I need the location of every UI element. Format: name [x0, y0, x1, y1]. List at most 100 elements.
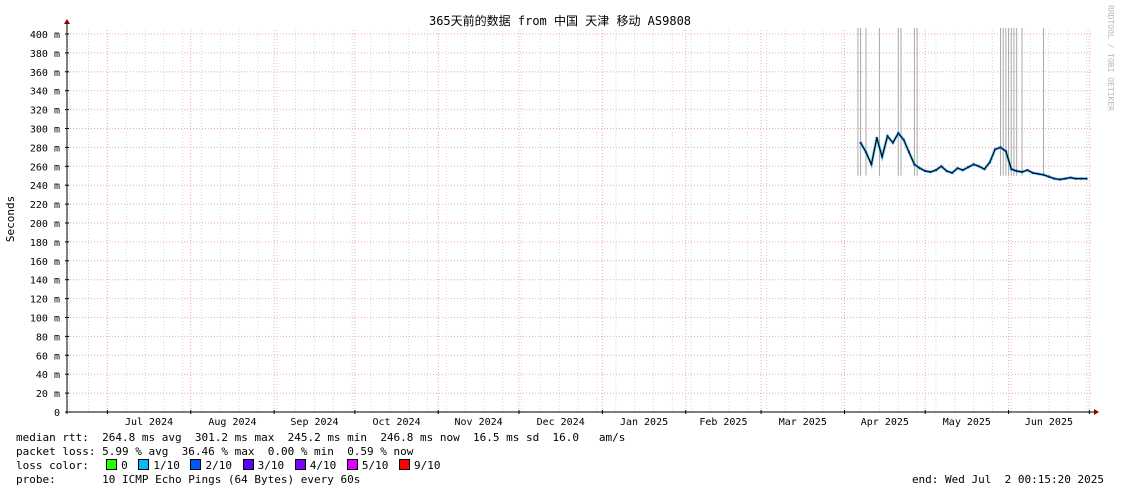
- loss-color-swatch: [190, 459, 202, 470]
- end-timestamp: end: Wed Jul 2 00:15:20 2025: [911, 473, 1104, 486]
- y-tick-label: 40 m: [36, 370, 60, 381]
- rtt-point: [999, 146, 1002, 149]
- median-rtt-am: 16.0: [552, 431, 580, 444]
- rtt-point: [972, 163, 975, 166]
- y-tick-label: 100 m: [30, 314, 60, 325]
- tick-labels: 0 20 m 40 m 60 m 80 m 100 m 120 m 140 m 160 m 180…: [30, 30, 1073, 428]
- rtt-point: [1004, 150, 1008, 153]
- rtt-point: [886, 135, 889, 138]
- rtt-point: [929, 170, 932, 174]
- median-rtt-avg: 264.8 ms avg: [102, 431, 182, 444]
- probe-value: 10 ICMP Echo Pings (64 Bytes) every 60s: [102, 473, 361, 486]
- packet-loss-label: packet loss:: [16, 445, 96, 458]
- legend-probe: probe: 10 ICMP Echo Pings (64 Bytes) eve…: [16, 473, 360, 486]
- rtt-point: [1020, 170, 1024, 174]
- y-tick-label: 140 m: [30, 276, 60, 287]
- loss-color-label: loss color:: [16, 459, 89, 472]
- x-tick-label: Sep 2024: [290, 417, 338, 428]
- y-tick-label: 200 m: [30, 219, 60, 230]
- y-tick-label: 160 m: [30, 257, 60, 268]
- y-tick-label: 220 m: [30, 200, 60, 211]
- median-rtt-min: 245.2 ms min: [287, 431, 368, 444]
- loss-color-item-label: 4/10: [309, 459, 337, 472]
- loss-color-swatch: [138, 459, 150, 470]
- packet-loss-max: 36.46 % max: [181, 445, 255, 458]
- loss-color-items: 0 1/10 2/10 3/10 4/10 5/10 9/10: [102, 459, 447, 472]
- chart-title: 365天前的数据 from 中国 天津 移动 AS9808: [429, 13, 691, 28]
- median-rtt-max: 301.2 ms max: [194, 431, 275, 444]
- rtt-point: [924, 169, 927, 173]
- rtt-point: [902, 138, 905, 141]
- rtt-point: [913, 163, 916, 166]
- rtt-point: [1026, 169, 1029, 172]
- rtt-point: [988, 161, 991, 164]
- rtt-point: [956, 167, 959, 170]
- rtt-point: [891, 141, 895, 144]
- x-tick-label: Feb 2025: [699, 417, 747, 428]
- y-tick-label: 300 m: [30, 125, 60, 136]
- x-tick-label: Jul 2024: [125, 417, 173, 428]
- median-rtt-now: 246.8 ms now: [380, 431, 460, 444]
- loss-color-item-label: 2/10: [205, 459, 232, 472]
- rtt-point: [1037, 172, 1040, 175]
- rtt-point: [983, 168, 986, 171]
- loss-color-swatch: [294, 459, 306, 470]
- rtt-point: [1080, 177, 1083, 180]
- probe-label: probe:: [16, 473, 56, 486]
- x-tick-label: Jun 2025: [1025, 417, 1073, 428]
- y-axis-arrow: [64, 19, 70, 24]
- y-tick-label: 120 m: [30, 295, 60, 306]
- rtt-point: [870, 163, 873, 166]
- rtt-point: [918, 167, 921, 170]
- y-tick-label: 340 m: [30, 87, 60, 98]
- legend-loss-color: loss color: 0 1/10 2/10 3/10 4/10 5/10 9…: [16, 459, 447, 472]
- y-tick-label: 80 m: [36, 332, 60, 343]
- rtt-point: [1047, 175, 1050, 178]
- y-tick-label: 240 m: [30, 181, 60, 192]
- loss-color-item-label: 5/10: [361, 459, 389, 472]
- x-tick-label: Aug 2024: [208, 417, 256, 428]
- x-tick-label: Oct 2024: [372, 417, 420, 428]
- rtt-point: [994, 148, 997, 151]
- loss-color-item-label: 0: [121, 459, 128, 472]
- rtt-point: [875, 136, 878, 139]
- loss-spikes: [857, 28, 1045, 176]
- packet-loss-now: 0.59 % now: [347, 445, 414, 458]
- legend-packet-loss: packet loss: 5.99 % avg 36.46 % max 0.00…: [16, 445, 413, 458]
- rtt-point: [945, 169, 948, 173]
- loss-color-item-label: 9/10: [413, 459, 441, 472]
- loss-color-item-label: 3/10: [257, 459, 285, 472]
- median-rtt-label: median rtt:: [16, 431, 89, 444]
- loss-color-swatch: [242, 459, 254, 470]
- rtt-point: [934, 169, 938, 172]
- packet-loss-avg: 5.99 % avg: [102, 445, 169, 458]
- rtt-point: [1053, 177, 1056, 180]
- loss-color-swatch: [398, 459, 410, 470]
- y-tick-label: 180 m: [30, 238, 60, 249]
- rtt-point: [940, 165, 943, 168]
- y-tick-label: 20 m: [36, 389, 60, 400]
- rtt-point: [977, 165, 981, 168]
- x-axis-arrow: [1094, 409, 1099, 415]
- y-tick-label: 360 m: [30, 68, 60, 79]
- rtt-point: [897, 132, 900, 135]
- median-rtt-am-unit: am/s: [598, 431, 626, 444]
- y-tick-label: 0: [54, 408, 60, 419]
- rtt-point: [859, 141, 862, 144]
- grid: [67, 30, 1092, 412]
- loss-color-item-label: 1/10: [153, 459, 180, 472]
- rrdtool-watermark: RRDTOOL / TOBI OETIKER: [1106, 5, 1115, 111]
- loss-color-swatch: [106, 459, 118, 470]
- rtt-point: [864, 151, 868, 154]
- rtt-point: [1064, 177, 1067, 180]
- y-tick-label: 400 m: [30, 30, 60, 41]
- rtt-point: [881, 155, 884, 158]
- y-tick-label: 320 m: [30, 106, 60, 117]
- x-tick-label: Jan 2025: [620, 417, 668, 428]
- rtt-point: [1085, 177, 1088, 180]
- y-tick-label: 280 m: [30, 143, 60, 154]
- rtt-point: [1042, 173, 1045, 176]
- packet-loss-min: 0.00 % min: [267, 445, 334, 458]
- median-rtt-sd: 16.5 ms sd: [473, 431, 540, 444]
- y-tick-label: 260 m: [30, 162, 60, 173]
